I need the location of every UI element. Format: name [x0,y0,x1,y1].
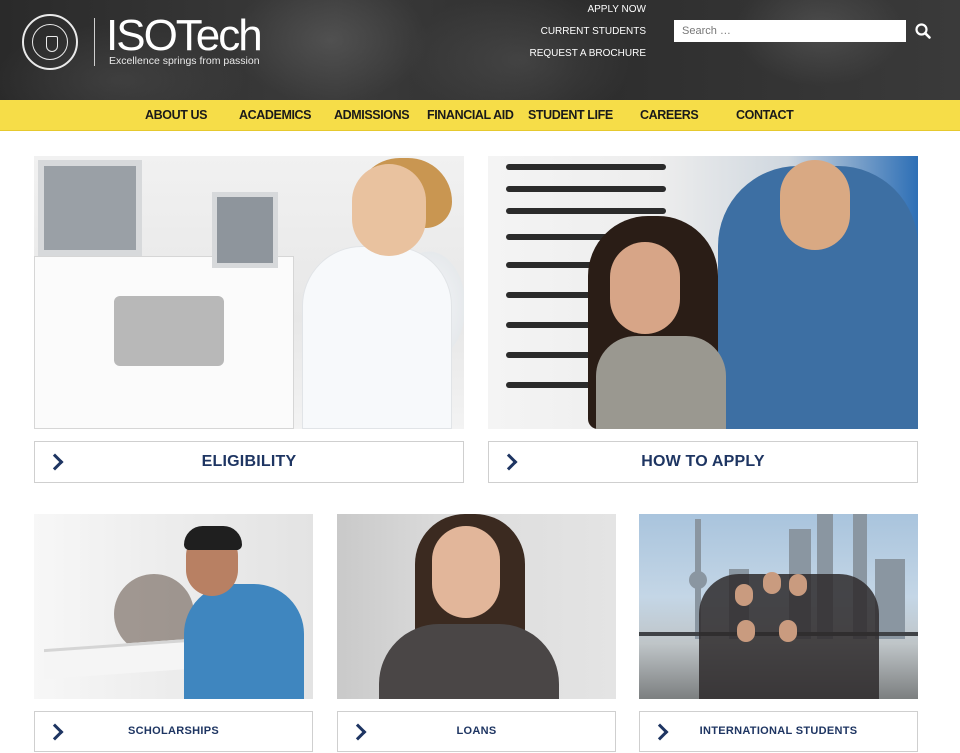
nav-item-about-us[interactable]: ABOUT US [145,100,207,131]
request-brochure-link[interactable]: REQUEST A BROCHURE [529,48,646,60]
glasses-display-row [506,186,666,192]
nav-item-financial-aid[interactable]: FINANCIAL AID [427,100,514,131]
how-to-apply-photo[interactable] [488,156,918,429]
skyline-sphere-shape [689,571,707,589]
student-face-shape [779,620,797,642]
scholarships-label: SCHOLARSHIPS [128,725,219,737]
current-students-link[interactable]: CURRENT STUDENTS [541,26,646,38]
student-face-shape [789,574,807,596]
student-face-shape [737,620,755,642]
search-icon[interactable] [914,22,932,40]
student-face-shape [763,572,781,594]
nav-item-student-life[interactable]: STUDENT LIFE [528,100,613,131]
portrait-coat-shape [379,624,559,699]
loans-photo[interactable] [337,514,616,699]
portrait-face-shape [432,526,500,618]
lab-coat-shape [302,246,452,429]
lab-monitor-shape [212,192,278,268]
logo-divider [94,18,95,66]
classroom-student-hair-shape [184,526,242,550]
scholarships-photo[interactable] [34,514,313,699]
nav-item-contact[interactable]: CONTACT [736,100,794,131]
international-students-photo[interactable] [639,514,918,699]
school-seal-logo[interactable] [22,14,78,70]
nav-item-admissions[interactable]: ADMISSIONS [334,100,410,131]
loans-button[interactable]: LOANS [337,711,616,752]
eligibility-button[interactable]: ELIGIBILITY [34,441,464,483]
eligibility-label: ELIGIBILITY [201,453,297,470]
international-students-label: INTERNATIONAL STUDENTS [699,725,858,737]
scholarships-button[interactable]: SCHOLARSHIPS [34,711,313,752]
nav-item-careers[interactable]: CAREERS [640,100,699,131]
glasses-display-row [506,164,666,170]
site-tagline: Excellence springs from passion [109,55,260,67]
search-input[interactable] [674,20,906,42]
skyline-building-shape [875,559,905,639]
eligibility-photo[interactable] [34,156,464,429]
classroom-student-shape [184,584,304,699]
student-face-shape [735,584,753,606]
optic-man-head-shape [780,160,850,250]
seal-shield-icon [46,36,58,52]
nav-item-academics[interactable]: ACADEMICS [239,100,312,131]
loans-label: LOANS [456,725,497,737]
optic-woman-body-shape [596,336,726,429]
optic-woman-head-shape [610,242,680,334]
apply-now-link[interactable]: APPLY NOW [587,4,646,16]
lab-head-shape [352,164,426,256]
seal-crest [35,27,65,57]
main-nav: ABOUT US ACADEMICS ADMISSIONS FINANCIAL … [0,100,960,131]
how-to-apply-button[interactable]: HOW TO APPLY [488,441,918,483]
international-students-button[interactable]: INTERNATIONAL STUDENTS [639,711,918,752]
lab-machine-slot [114,296,224,366]
glasses-display-row [506,208,666,214]
site-header: ISOTech Excellence springs from passion … [0,0,960,100]
how-to-apply-label: HOW TO APPLY [641,453,765,470]
lab-monitor-shape [38,160,142,256]
